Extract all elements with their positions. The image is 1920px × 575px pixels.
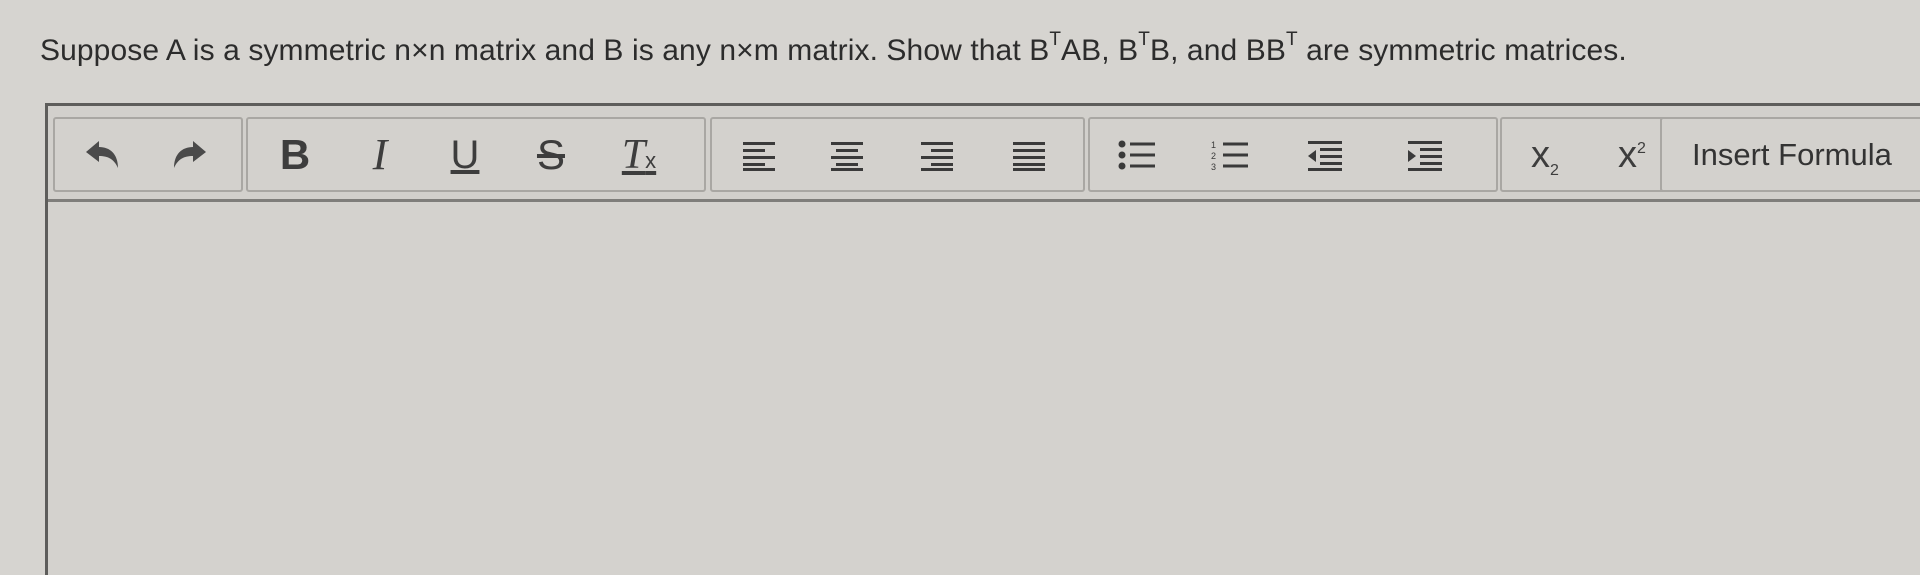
clear-formatting-icon: Tx	[621, 132, 657, 178]
justify-icon	[1013, 142, 1045, 171]
question-part-2: AB, B	[1061, 34, 1139, 67]
bullet-list-button[interactable]	[1102, 127, 1172, 183]
insert-formula-label: Insert Formula	[1692, 136, 1892, 172]
insert-formula-button[interactable]: Insert Formula	[1660, 117, 1920, 192]
indent-button[interactable]	[1390, 127, 1460, 183]
editor-content-area[interactable]	[48, 202, 1920, 575]
align-left-icon	[743, 142, 775, 171]
list-group: 1 2 3	[1088, 117, 1498, 192]
strikethrough-icon: S	[536, 131, 565, 178]
svg-text:3: 3	[1211, 162, 1216, 172]
redo-icon	[174, 141, 206, 168]
redo-button[interactable]	[155, 127, 225, 183]
history-group	[53, 117, 243, 192]
superscript-icon: x2	[1618, 134, 1646, 176]
transpose-sup-2: T	[1138, 29, 1150, 50]
transpose-sup-3: T	[1285, 29, 1298, 50]
numbered-list-button[interactable]: 1 2 3	[1195, 127, 1265, 183]
editor-toolbar: B I U S Tx 1 2 3 x2 x2 Insert Formula	[48, 106, 1920, 202]
subscript-icon: x2	[1531, 134, 1559, 179]
align-left-button[interactable]	[724, 127, 794, 183]
underline-icon: U	[450, 133, 480, 177]
indent-icon	[1408, 141, 1442, 171]
align-center-button[interactable]	[812, 127, 882, 183]
svg-text:1: 1	[1211, 140, 1216, 150]
outdent-icon	[1308, 141, 1342, 171]
rich-text-editor: B I U S Tx 1 2 3 x2 x2 Insert Formula	[45, 103, 1920, 575]
justify-button[interactable]	[994, 127, 1064, 183]
question-part-1: Suppose A is a symmetric n×n matrix and …	[40, 34, 1050, 67]
bold-icon: B	[279, 131, 311, 178]
transpose-sup-1: T	[1049, 29, 1062, 50]
question-text: Suppose A is a symmetric n×n matrix and …	[40, 26, 1627, 76]
undo-icon	[86, 141, 118, 168]
subscript-button[interactable]: x2	[1510, 127, 1580, 183]
italic-icon: I	[372, 130, 388, 179]
script-group: x2 x2	[1500, 117, 1685, 192]
italic-button[interactable]: I	[345, 127, 415, 183]
superscript-button[interactable]: x2	[1597, 127, 1667, 183]
bullet-list-icon	[1118, 140, 1155, 170]
align-right-icon	[921, 142, 953, 171]
strikethrough-button[interactable]: S	[516, 127, 586, 183]
undo-button[interactable]	[67, 127, 137, 183]
svg-text:2: 2	[1211, 151, 1216, 161]
numbered-list-icon: 1 2 3	[1211, 140, 1248, 172]
bold-button[interactable]: B	[260, 127, 330, 183]
question-part-4: are symmetric matrices.	[1297, 34, 1627, 67]
outdent-button[interactable]	[1290, 127, 1360, 183]
alignment-group	[710, 117, 1085, 192]
underline-button[interactable]: U	[430, 127, 500, 183]
align-center-icon	[831, 142, 863, 171]
clear-formatting-button[interactable]: Tx	[604, 127, 674, 183]
align-right-button[interactable]	[902, 127, 972, 183]
question-part-3: B, and BB	[1149, 34, 1286, 67]
format-group: B I U S Tx	[246, 117, 706, 192]
